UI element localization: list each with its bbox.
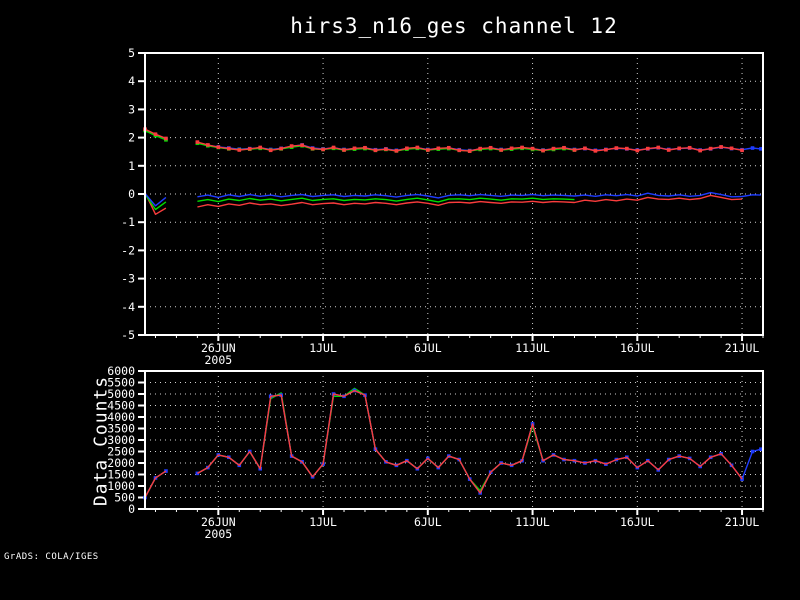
data-point-marker xyxy=(551,146,556,151)
data-counts-panel: 6000550050004500400035003000250020001500… xyxy=(107,364,764,541)
bias-upper-red-line xyxy=(144,128,743,152)
x-tick-label: 11JUL xyxy=(515,515,550,529)
bias-upper-blue-line xyxy=(144,129,761,152)
data-point-marker xyxy=(258,145,263,150)
data-point-marker xyxy=(488,145,493,150)
data-point-marker xyxy=(342,148,346,152)
data-point-marker xyxy=(635,148,640,153)
x-tick-label: 11JUL xyxy=(515,341,550,355)
data-point-marker xyxy=(708,146,713,151)
data-point-marker xyxy=(446,145,451,150)
data-point-marker xyxy=(719,145,723,149)
data-point-marker xyxy=(666,148,671,152)
grads-plot: hirs3_n16_ges channel 12 5 4 3 2 1 0 -1 -2 -3 -4-… xyxy=(0,0,800,600)
x-tick-label: 6JUL xyxy=(414,341,442,355)
y-tick-label: 2 xyxy=(128,131,135,145)
data-point-marker xyxy=(645,146,650,151)
data-point-marker xyxy=(226,146,231,151)
y-tick-label: 1 xyxy=(128,159,135,173)
x-tick-label: 16JUL xyxy=(620,515,655,529)
data-point-marker xyxy=(499,148,503,152)
data-point-marker xyxy=(687,145,692,150)
x-tick-label: 21JUL xyxy=(725,515,760,529)
data-point-marker xyxy=(195,140,200,144)
data-point-marker xyxy=(509,146,514,151)
data-point-marker xyxy=(310,146,315,151)
data-point-marker xyxy=(164,136,168,141)
data-point-marker xyxy=(530,146,535,151)
data-point-marker xyxy=(216,145,221,149)
bias-panel: 543210-1-2-3-4-526JUN20051JUL 6JUL 11JUL 16… xyxy=(121,46,764,367)
data-point-marker xyxy=(541,148,545,153)
data-point-marker xyxy=(237,148,242,152)
counts-blue-markers xyxy=(143,388,763,500)
data-point-marker xyxy=(729,146,734,151)
data-point-marker xyxy=(206,143,210,147)
data-point-marker xyxy=(384,147,388,151)
y-tick-label: 4 xyxy=(128,74,135,88)
y-tick-label: 0 xyxy=(128,502,135,516)
counts-blue-line xyxy=(144,389,762,498)
data-point-marker xyxy=(415,145,420,150)
data-point-marker xyxy=(394,149,399,153)
y-tick-label: 0 xyxy=(128,187,135,201)
data-point-marker xyxy=(604,147,608,152)
data-point-marker xyxy=(405,146,409,151)
data-point-marker xyxy=(363,145,367,150)
data-point-marker xyxy=(614,146,619,150)
x-tick-label: 6JUL xyxy=(414,515,442,529)
y-tick-label: -5 xyxy=(121,328,135,342)
y-tick-label: 5 xyxy=(128,46,135,60)
yaxis-label-data-counts: Data Counts xyxy=(90,375,112,507)
data-point-marker xyxy=(300,143,304,148)
y-tick-label: -2 xyxy=(121,243,135,257)
data-point-marker xyxy=(352,146,357,151)
x-tick-label: 21JUL xyxy=(725,341,760,355)
data-point-marker xyxy=(373,148,378,153)
data-point-marker xyxy=(467,149,472,153)
x-tick-label: 1JUL xyxy=(309,515,337,529)
data-point-marker xyxy=(279,146,283,151)
x-tick-label: 16JUL xyxy=(620,341,655,355)
data-point-marker xyxy=(583,146,587,151)
data-point-marker xyxy=(478,146,482,151)
data-point-marker xyxy=(331,145,336,150)
data-point-marker xyxy=(698,148,702,153)
data-point-marker xyxy=(625,146,629,151)
x-tick-sublabel: 2005 xyxy=(204,353,232,367)
data-point-marker xyxy=(750,449,755,454)
y-tick-label: -4 xyxy=(121,300,135,314)
data-point-marker xyxy=(153,132,158,137)
y-tick-label: 3 xyxy=(128,102,135,116)
data-point-marker xyxy=(436,146,441,151)
grads-credit: GrADS: COLA/IGES xyxy=(4,552,99,562)
x-tick-label: 1JUL xyxy=(309,341,337,355)
y-tick-label: -3 xyxy=(121,272,135,286)
data-point-marker xyxy=(572,148,577,152)
data-point-marker xyxy=(740,148,744,153)
data-point-marker xyxy=(268,148,273,153)
data-point-marker xyxy=(677,146,682,151)
data-point-marker xyxy=(750,146,755,150)
data-point-marker xyxy=(426,148,430,152)
data-point-marker xyxy=(247,147,252,151)
data-point-marker xyxy=(457,148,462,153)
data-point-marker xyxy=(562,145,566,150)
counts-red-line xyxy=(144,389,743,498)
counts-green-line xyxy=(144,387,575,498)
chart-canvas: 543210-1-2-3-4-526JUN20051JUL 6JUL 11JUL 16… xyxy=(107,46,764,541)
x-tick-sublabel: 2005 xyxy=(204,527,232,541)
y-tick-label: -1 xyxy=(121,215,135,229)
data-point-marker xyxy=(656,145,661,150)
data-point-marker xyxy=(289,144,294,148)
data-point-marker xyxy=(520,145,524,150)
data-point-marker xyxy=(593,149,598,153)
data-point-marker xyxy=(321,147,325,152)
